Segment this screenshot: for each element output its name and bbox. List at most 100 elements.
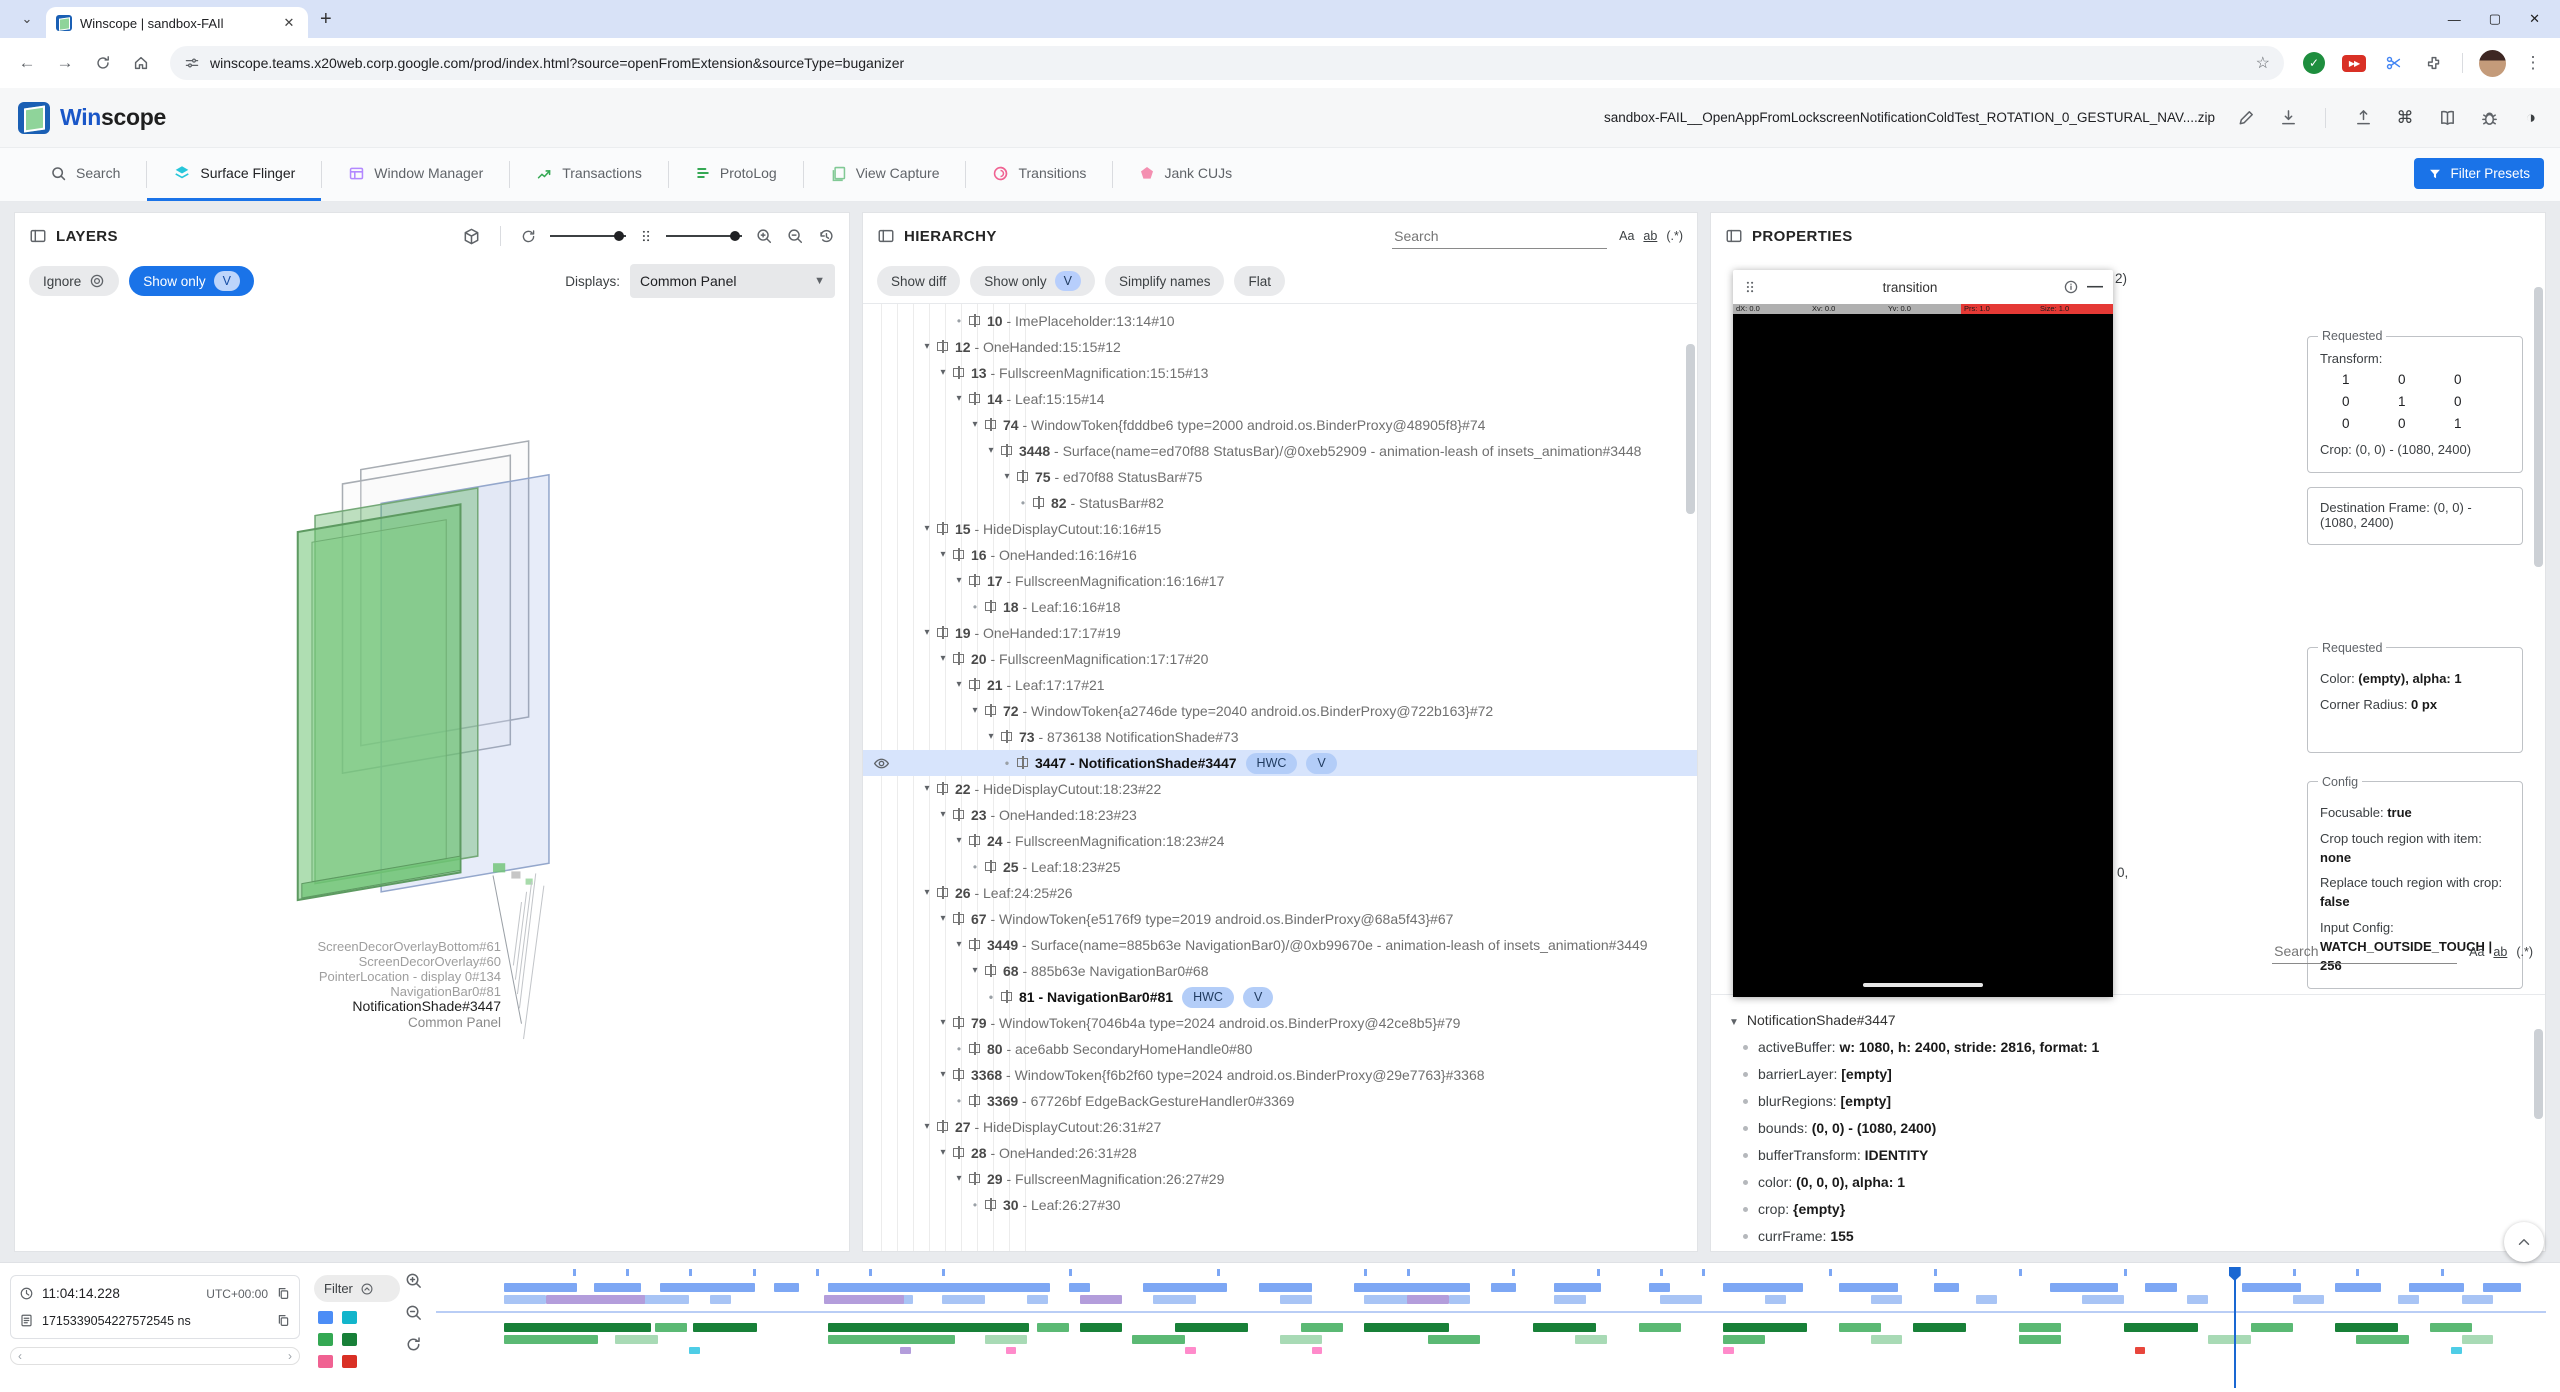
- hierarchy-node-10[interactable]: •10 - ImePlaceholder:13:14#10: [863, 308, 1697, 334]
- expand-arrow-icon[interactable]: ▾: [967, 412, 983, 438]
- expand-arrow-icon[interactable]: ▾: [967, 958, 983, 984]
- layer-label[interactable]: NavigationBar0#81: [15, 984, 501, 999]
- timeline-canvas[interactable]: [436, 1267, 2546, 1388]
- hierarchy-node-74[interactable]: ▾74 - WindowToken{fdddbe6 type=2000 andr…: [863, 412, 1697, 438]
- browser-menu-icon[interactable]: ⋮: [2516, 46, 2550, 80]
- hierarchy-node-21[interactable]: ▾21 - Leaf:17:17#21: [863, 672, 1697, 698]
- tab-jank-cujs[interactable]: Jank CUJs: [1113, 148, 1258, 201]
- expand-arrow-icon[interactable]: ▾: [951, 1166, 967, 1192]
- expand-arrow-icon[interactable]: ▾: [919, 334, 935, 360]
- spacing-slider[interactable]: [666, 235, 742, 237]
- hierarchy-node-16[interactable]: ▾16 - OneHanded:16:16#16: [863, 542, 1697, 568]
- expand-arrow-icon[interactable]: ▾: [919, 880, 935, 906]
- drag-handle-icon[interactable]: [1743, 280, 1757, 294]
- extensions-puzzle-icon[interactable]: [2421, 50, 2447, 76]
- zoom-out-icon[interactable]: [786, 227, 804, 245]
- tab-surface-flinger[interactable]: Surface Flinger: [147, 148, 321, 201]
- hierarchy-node-82[interactable]: •82 - StatusBar#82: [863, 490, 1697, 516]
- layer-label[interactable]: PointerLocation - display 0#134: [15, 969, 501, 984]
- hierarchy-node-79[interactable]: ▾79 - WindowToken{7046b4a type=2024 andr…: [863, 1010, 1697, 1036]
- timeline-cursor[interactable]: [2234, 1267, 2236, 1388]
- window-close-icon[interactable]: ✕: [2529, 11, 2540, 27]
- show-only-visible-chip[interactable]: Show only V: [129, 266, 254, 296]
- copy-icon[interactable]: [276, 1286, 291, 1301]
- trace-transitions-icon[interactable]: [318, 1355, 333, 1368]
- hierarchy-node-73[interactable]: ▾73 - 8736138 NotificationShade#73: [863, 724, 1697, 750]
- property-row[interactable]: blurRegions: [empty]: [1729, 1088, 2545, 1115]
- expand-arrow-icon[interactable]: ▾: [935, 542, 951, 568]
- minimize-icon[interactable]: —: [2087, 278, 2103, 296]
- extension-video-icon[interactable]: ▶▶: [2341, 50, 2367, 76]
- property-row[interactable]: barrierLayer: [empty]: [1729, 1061, 2545, 1088]
- hierarchy-node-75[interactable]: ▾75 - ed70f88 StatusBar#75: [863, 464, 1697, 490]
- copy-icon[interactable]: [276, 1313, 291, 1328]
- property-row[interactable]: color: (0, 0, 0), alpha: 1: [1729, 1169, 2545, 1196]
- window-minimize-icon[interactable]: —: [2448, 12, 2461, 27]
- expand-arrow-icon[interactable]: ▾: [935, 906, 951, 932]
- property-row[interactable]: bounds: (0, 0) - (1080, 2400): [1729, 1115, 2545, 1142]
- tab-close-icon[interactable]: ✕: [280, 14, 298, 32]
- show-only-v-chip[interactable]: Show only V: [970, 266, 1095, 296]
- hierarchy-node-15[interactable]: ▾15 - HideDisplayCutout:16:16#15: [863, 516, 1697, 542]
- hierarchy-scrollbar[interactable]: [1686, 344, 1695, 514]
- property-row[interactable]: currFrame: 155: [1729, 1223, 2545, 1250]
- edit-icon[interactable]: [2235, 107, 2257, 129]
- back-icon[interactable]: ←: [10, 46, 44, 80]
- property-row[interactable]: crop: {empty}: [1729, 1196, 2545, 1223]
- layers-3d-canvas[interactable]: ScreenDecorOverlayBottom#61ScreenDecorOv…: [15, 303, 849, 1252]
- displays-select[interactable]: Common Panel ▼: [630, 264, 835, 298]
- expand-arrow-icon[interactable]: ▾: [983, 438, 999, 464]
- hierarchy-node-3369[interactable]: •3369 - 67726bf EdgeBackGestureHandler0#…: [863, 1088, 1697, 1114]
- layer-label[interactable]: NotificationShade#3447: [15, 998, 501, 1014]
- hierarchy-node-13[interactable]: ▾13 - FullscreenMagnification:15:15#13: [863, 360, 1697, 386]
- home-icon[interactable]: [124, 46, 158, 80]
- next-frame-icon[interactable]: ›: [288, 1349, 292, 1363]
- trace-transactions-icon[interactable]: [342, 1311, 357, 1324]
- property-row[interactable]: activeBuffer: w: 1080, h: 2400, stride: …: [1729, 1034, 2545, 1061]
- url-bar[interactable]: winscope.teams.x20web.corp.google.com/pr…: [170, 46, 2284, 80]
- hierarchy-node-23[interactable]: ▾23 - OneHanded:18:23#23: [863, 802, 1697, 828]
- expand-arrow-icon[interactable]: ▾: [935, 1062, 951, 1088]
- hierarchy-node-14[interactable]: ▾14 - Leaf:15:15#14: [863, 386, 1697, 412]
- trace-cuj-icon[interactable]: [342, 1355, 357, 1368]
- hierarchy-node-72[interactable]: ▾72 - WindowToken{a2746de type=2040 andr…: [863, 698, 1697, 724]
- properties-scrollbar[interactable]: [2534, 287, 2543, 567]
- expand-arrow-icon[interactable]: ▾: [919, 776, 935, 802]
- tab-search[interactable]: Search: [24, 148, 146, 201]
- forward-icon[interactable]: →: [48, 46, 82, 80]
- human-timestamp[interactable]: 11:04:14.228: [42, 1286, 120, 1301]
- prev-frame-icon[interactable]: ‹: [18, 1349, 22, 1363]
- new-tab-button[interactable]: +: [320, 8, 332, 31]
- hierarchy-node-24[interactable]: ▾24 - FullscreenMagnification:18:23#24: [863, 828, 1697, 854]
- hierarchy-node-26[interactable]: ▾26 - Leaf:24:25#26: [863, 880, 1697, 906]
- hierarchy-node-20[interactable]: ▾20 - FullscreenMagnification:17:17#20: [863, 646, 1697, 672]
- hierarchy-node-30[interactable]: •30 - Leaf:26:27#30: [863, 1192, 1697, 1218]
- property-row[interactable]: dataspace: BT709 sRGB Full range: [1729, 1250, 2545, 1251]
- match-word-icon[interactable]: ab: [1643, 229, 1657, 243]
- hierarchy-node-3447[interactable]: •3447 - NotificationShade#3447HWCV: [863, 750, 1697, 776]
- hierarchy-node-17[interactable]: ▾17 - FullscreenMagnification:16:16#17: [863, 568, 1697, 594]
- hierarchy-node-80[interactable]: •80 - ace6abb SecondaryHomeHandle0#80: [863, 1036, 1697, 1062]
- ignore-chip[interactable]: Ignore: [29, 266, 119, 296]
- expand-arrow-icon[interactable]: ▾: [999, 464, 1015, 490]
- expand-arrow-icon[interactable]: ▾: [919, 1114, 935, 1140]
- rotation-slider[interactable]: [550, 235, 626, 237]
- 3d-view-icon[interactable]: [462, 227, 481, 246]
- dark-mode-toggle-icon[interactable]: ◑: [2520, 107, 2542, 129]
- expand-arrow-icon[interactable]: ▾: [935, 802, 951, 828]
- tab-transitions[interactable]: Transitions: [966, 148, 1112, 201]
- trace-wm-icon[interactable]: [318, 1333, 333, 1346]
- properties-tree-scrollbar[interactable]: [2534, 1029, 2543, 1119]
- tab-view-capture[interactable]: View Capture: [804, 148, 966, 201]
- download-icon[interactable]: [2277, 107, 2299, 129]
- tab-transactions[interactable]: Transactions: [510, 148, 668, 201]
- match-case-icon[interactable]: Aa: [2469, 945, 2484, 959]
- tab-search-icon[interactable]: ⌄: [14, 6, 40, 32]
- documentation-icon[interactable]: [2436, 107, 2458, 129]
- properties-search-input[interactable]: [2272, 939, 2457, 963]
- expand-arrow-icon[interactable]: ▾: [951, 932, 967, 958]
- tab-window-manager[interactable]: Window Manager: [322, 148, 509, 201]
- expand-arrow-icon[interactable]: ▾: [935, 360, 951, 386]
- timeline-filter-chip[interactable]: Filter: [314, 1275, 400, 1302]
- reset-view-icon[interactable]: [817, 227, 835, 245]
